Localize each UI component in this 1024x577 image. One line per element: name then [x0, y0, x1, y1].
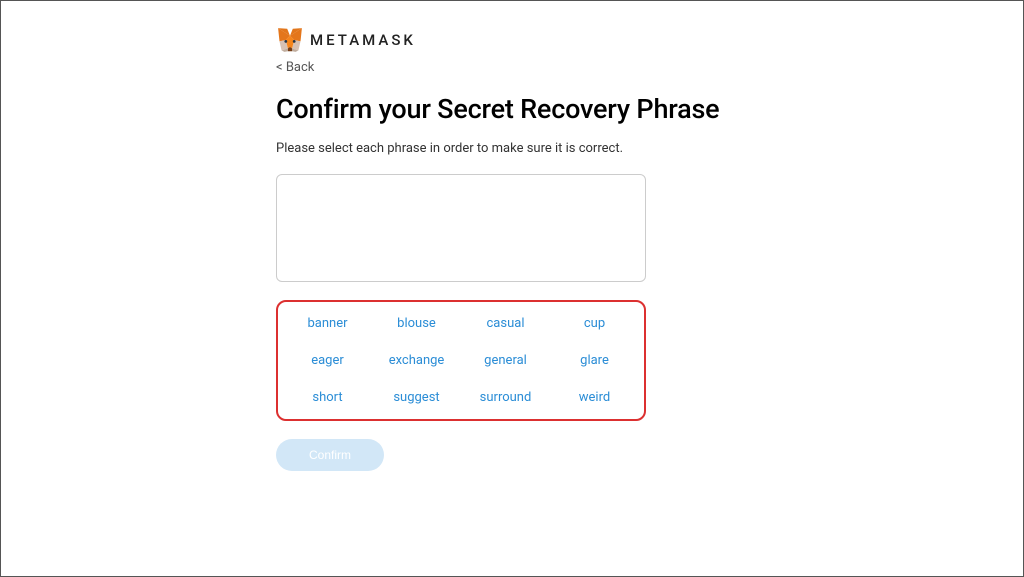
phrase-word[interactable]: glare	[555, 353, 634, 368]
phrase-word[interactable]: general	[466, 353, 545, 368]
metamask-fox-icon	[276, 26, 304, 54]
back-link[interactable]: < Back	[276, 60, 314, 75]
phrase-word[interactable]: banner	[288, 316, 367, 331]
phrase-word[interactable]: casual	[466, 316, 545, 331]
brand-header: METAMASK	[276, 26, 776, 54]
phrase-word[interactable]: suggest	[377, 390, 456, 405]
phrase-word[interactable]: weird	[555, 390, 634, 405]
phrase-word[interactable]: surround	[466, 390, 545, 405]
phrase-word[interactable]: short	[288, 390, 367, 405]
phrase-word[interactable]: exchange	[377, 353, 456, 368]
phrase-word[interactable]: eager	[288, 353, 367, 368]
instruction-text: Please select each phrase in order to ma…	[276, 141, 776, 156]
page-title: Confirm your Secret Recovery Phrase	[276, 93, 776, 125]
brand-text: METAMASK	[310, 31, 416, 49]
word-grid-highlight: banner blouse casual cup eager exchange …	[276, 300, 646, 421]
word-grid: banner blouse casual cup eager exchange …	[288, 316, 634, 405]
phrase-selection-box[interactable]	[276, 174, 646, 282]
phrase-word[interactable]: blouse	[377, 316, 456, 331]
confirm-button[interactable]: Confirm	[276, 439, 384, 471]
phrase-word[interactable]: cup	[555, 316, 634, 331]
